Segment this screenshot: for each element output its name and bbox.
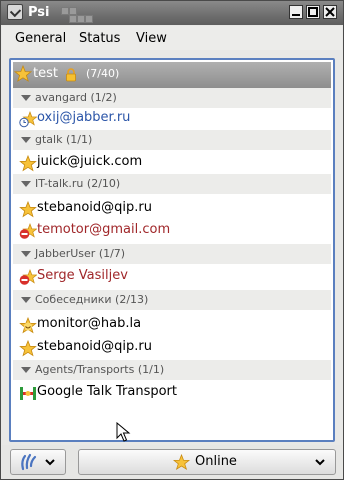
online-star-icon (19, 201, 37, 218)
group-name: gtalk (35, 133, 63, 146)
group-name: avangard (35, 91, 87, 104)
group-count: (2/10) (86, 177, 121, 190)
status-label: Online (195, 454, 237, 469)
group-name: Собеседники (35, 293, 112, 306)
group-row[interactable]: JabberUser (1/7) (13, 244, 331, 264)
contact-name: stebanoid@qip.ru (37, 200, 152, 215)
account-name: test (33, 66, 58, 81)
menu-view[interactable]: View (136, 31, 167, 46)
group-row[interactable]: IT-talk.ru (2/10) (13, 174, 331, 194)
online-star-icon (19, 340, 37, 357)
online-star-icon (19, 155, 37, 172)
group-count: (1/1) (65, 133, 93, 146)
contact-name: Google Talk Transport (37, 384, 178, 399)
contact-item[interactable]: stebanoid@qip.ru (13, 337, 331, 359)
group-name: IT-talk.ru (35, 177, 84, 190)
contact-item[interactable]: oxij@jabber.ru (13, 108, 331, 130)
account-count: (7/40) (86, 67, 120, 80)
online-star-icon (173, 454, 190, 470)
away-star-icon (19, 111, 37, 128)
contact-item[interactable]: temotor@gmail.com (13, 220, 331, 242)
group-row[interactable]: avangard (1/2) (13, 88, 331, 108)
contact-name: Serge Vasiljev (37, 268, 128, 283)
group-count: (1/1) (137, 363, 165, 376)
group-row[interactable]: gtalk (1/1) (13, 130, 331, 150)
chevron-down-icon[interactable] (21, 95, 31, 101)
menu-status[interactable]: Status (79, 31, 120, 46)
dnd-star-icon (19, 223, 37, 239)
window-title: Psi (28, 5, 50, 20)
group-count: (1/2) (90, 91, 117, 104)
contact-roster[interactable]: test (7/40) avangard (1/2) oxij@jabber.r… (9, 58, 335, 442)
transport-icon (20, 387, 36, 400)
close-icon (325, 7, 335, 17)
title-bar[interactable]: Psi (1, 1, 343, 25)
status-select[interactable]: Online (78, 449, 336, 475)
group-name: JabberUser (35, 247, 96, 260)
options-menu-button[interactable] (10, 449, 66, 475)
contact-item[interactable]: Serge Vasiljev (13, 266, 331, 288)
contact-name: oxij@jabber.ru (37, 110, 131, 125)
psi-menu-icon (21, 453, 37, 471)
group-row[interactable]: Собеседники (2/13) (13, 290, 331, 310)
minimize-button[interactable] (289, 5, 303, 19)
status-bar: Online (2, 445, 342, 479)
contact-item[interactable]: juick@juick.com (13, 152, 331, 174)
account-row[interactable]: test (7/40) (13, 62, 331, 88)
chevron-down-icon[interactable] (21, 181, 31, 187)
mouse-cursor-icon (116, 422, 131, 442)
menu-general[interactable]: General (15, 31, 66, 46)
chat-star-icon (19, 317, 37, 334)
chevron-down-icon[interactable] (21, 137, 31, 143)
contact-name: temotor@gmail.com (37, 222, 171, 237)
window-menu-icon[interactable] (7, 4, 23, 20)
minimize-icon (292, 14, 300, 16)
chevron-down-icon[interactable] (21, 367, 31, 373)
group-row[interactable]: Agents/Transports (1/1) (13, 360, 331, 380)
menu-bar: General Status View (2, 26, 342, 50)
contact-item[interactable]: monitor@hab.la (13, 314, 331, 336)
contact-item[interactable]: stebanoid@qip.ru (13, 198, 331, 220)
chevron-down-icon (315, 459, 325, 466)
chevron-down-icon[interactable] (21, 251, 31, 257)
online-star-icon (14, 65, 32, 82)
title-decoration (61, 7, 101, 23)
group-count: (1/7) (98, 247, 126, 260)
maximize-button[interactable] (306, 5, 320, 19)
contact-name: stebanoid@qip.ru (37, 339, 152, 354)
contact-name: juick@juick.com (37, 154, 143, 169)
dnd-star-icon (19, 269, 37, 285)
contact-item[interactable]: Google Talk Transport (13, 382, 331, 404)
contact-name: monitor@hab.la (37, 316, 142, 331)
maximize-icon (308, 7, 318, 17)
chevron-down-icon (45, 459, 55, 466)
close-button[interactable] (323, 5, 337, 19)
chevron-down-icon[interactable] (21, 297, 31, 303)
group-name: Agents/Transports (35, 363, 135, 376)
psi-window: Psi General Status View test (7/40) avan… (0, 0, 344, 480)
lock-icon (66, 68, 76, 82)
group-count: (2/13) (115, 293, 149, 306)
